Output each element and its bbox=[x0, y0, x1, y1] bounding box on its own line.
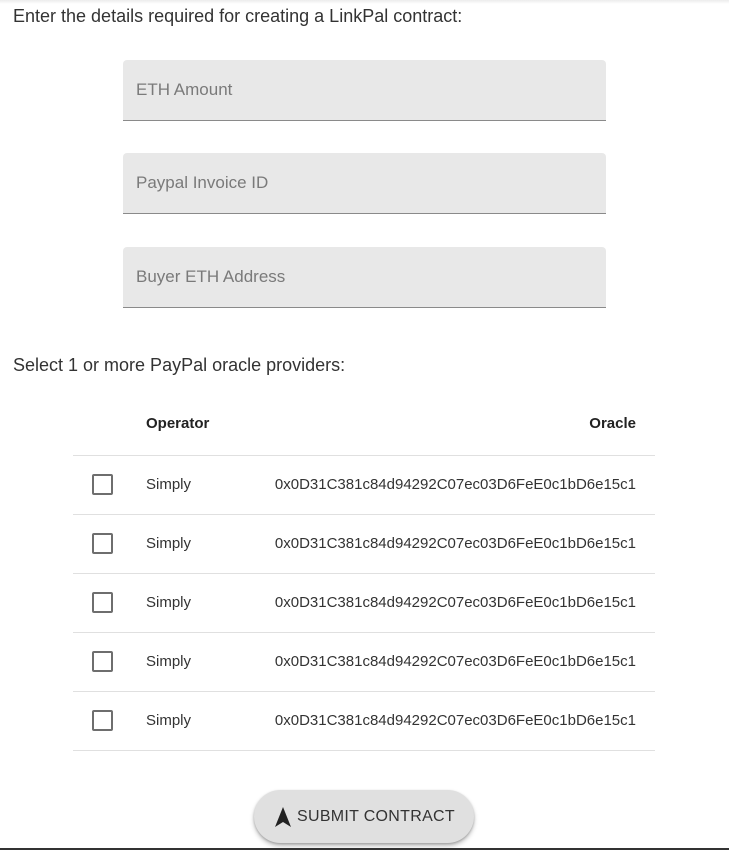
operator-cell: Simply bbox=[146, 535, 192, 552]
row-checkbox[interactable] bbox=[92, 592, 113, 613]
submit-contract-label: SUBMIT CONTRACT bbox=[297, 807, 455, 825]
oracle-address-cell: 0x0D31C381c84d94292C07ec03D6FeE0c1bD6e15… bbox=[274, 653, 636, 670]
navigation-arrow-icon bbox=[275, 806, 291, 827]
operator-column-header: Operator bbox=[146, 415, 210, 432]
submit-contract-button[interactable]: SUBMIT CONTRACT bbox=[254, 790, 474, 843]
table-row: Simply 0x0D31C381c84d94292C07ec03D6FeE0c… bbox=[73, 574, 655, 633]
oracle-address-cell: 0x0D31C381c84d94292C07ec03D6FeE0c1bD6e15… bbox=[274, 476, 636, 493]
operator-cell: Simply bbox=[146, 476, 192, 493]
table-row: Simply 0x0D31C381c84d94292C07ec03D6FeE0c… bbox=[73, 456, 655, 515]
oracle-address-cell: 0x0D31C381c84d94292C07ec03D6FeE0c1bD6e15… bbox=[274, 535, 636, 552]
invoice-id-field[interactable] bbox=[123, 153, 606, 214]
oracle-address-cell: 0x0D31C381c84d94292C07ec03D6FeE0c1bD6e15… bbox=[274, 712, 636, 729]
oracle-table: Operator Oracle Simply 0x0D31C381c84d942… bbox=[73, 396, 655, 751]
eth-amount-field[interactable] bbox=[123, 60, 606, 121]
row-checkbox[interactable] bbox=[92, 651, 113, 672]
table-row: Simply 0x0D31C381c84d94292C07ec03D6FeE0c… bbox=[73, 692, 655, 751]
operator-cell: Simply bbox=[146, 653, 192, 670]
table-header: Operator Oracle bbox=[73, 396, 655, 456]
oracle-address-cell: 0x0D31C381c84d94292C07ec03D6FeE0c1bD6e15… bbox=[274, 594, 636, 611]
invoice-id-input[interactable] bbox=[123, 153, 606, 213]
row-checkbox[interactable] bbox=[92, 474, 113, 495]
operator-cell: Simply bbox=[146, 712, 192, 729]
table-row: Simply 0x0D31C381c84d94292C07ec03D6FeE0c… bbox=[73, 515, 655, 574]
oracle-select-label: Select 1 or more PayPal oracle providers… bbox=[13, 355, 346, 375]
buyer-address-field[interactable] bbox=[123, 247, 606, 308]
top-shadow bbox=[0, 0, 729, 4]
row-checkbox[interactable] bbox=[92, 533, 113, 554]
buyer-address-input[interactable] bbox=[123, 247, 606, 307]
row-checkbox[interactable] bbox=[92, 710, 113, 731]
intro-text: Enter the details required for creating … bbox=[13, 6, 463, 26]
eth-amount-input[interactable] bbox=[123, 60, 606, 120]
table-row: Simply 0x0D31C381c84d94292C07ec03D6FeE0c… bbox=[73, 633, 655, 692]
oracle-column-header: Oracle bbox=[589, 415, 636, 432]
operator-cell: Simply bbox=[146, 594, 192, 611]
